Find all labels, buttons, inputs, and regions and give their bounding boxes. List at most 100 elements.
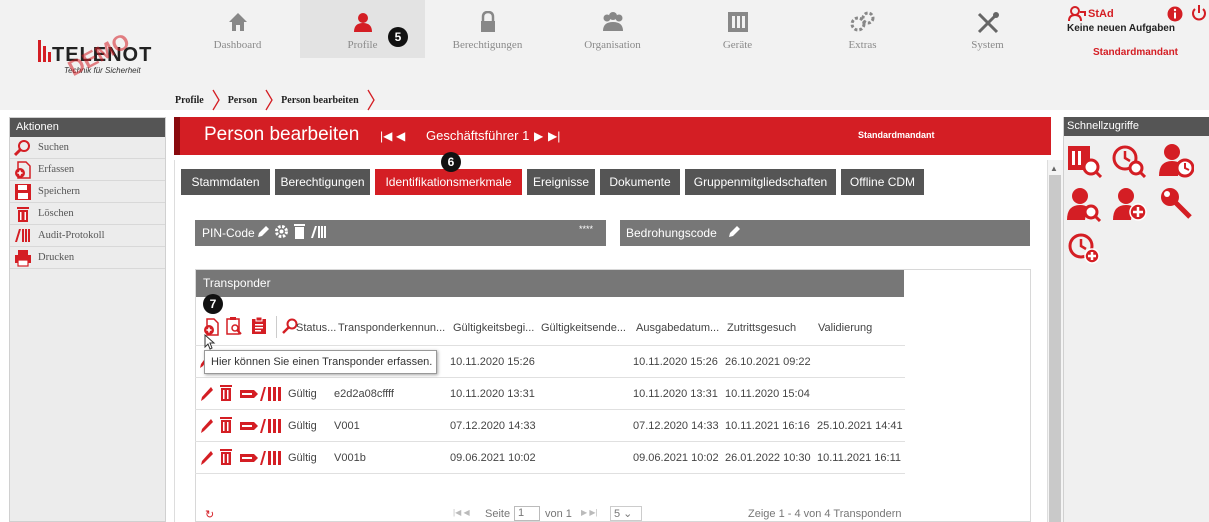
tab-berechtigungen[interactable]: Berechtigungen [275, 169, 370, 195]
power-icon[interactable] [1191, 4, 1207, 22]
table-cell: 09.06.2021 10:02 [633, 452, 719, 464]
threat-code-bar: Bedrohungscode [620, 220, 1030, 246]
action-print[interactable]: Drucken [10, 247, 165, 269]
tab-dokumente[interactable]: Dokumente [600, 169, 680, 195]
action-delete[interactable]: Löschen [10, 203, 165, 225]
action-save[interactable]: Speichern [10, 181, 165, 203]
person-search-icon[interactable] [1066, 186, 1102, 222]
page-size-select[interactable]: 5 ⌄ [610, 506, 642, 521]
table-cell: 26.01.2022 10:30 [725, 452, 811, 464]
trash-icon[interactable] [220, 417, 232, 433]
first-record-icon[interactable]: |◀ [380, 129, 392, 143]
column-header-id[interactable]: Transponderkennun... [338, 322, 445, 334]
gears-icon [850, 11, 876, 33]
trash-icon[interactable] [220, 449, 232, 465]
column-header-validation[interactable]: Validierung [818, 322, 872, 334]
nav-system[interactable]: System [925, 0, 1050, 58]
tab-stammdaten[interactable]: Stammdaten [181, 169, 270, 195]
page-label: Seite [485, 508, 511, 520]
threat-code-label: Bedrohungscode [626, 226, 717, 240]
pencil-icon[interactable] [200, 450, 214, 466]
nav-label: Dashboard [213, 39, 262, 51]
table-row[interactable]: Gültig e2d2a08cffff 10.11.2020 13:31 10.… [198, 384, 908, 406]
prev-record-icon[interactable]: ◀ [396, 129, 405, 143]
pencil-icon[interactable] [727, 225, 741, 239]
audit-log-icon[interactable] [240, 386, 282, 402]
pager-summary: Zeige 1 - 4 von 4 Transpondern [748, 508, 902, 520]
action-search[interactable]: Suchen [10, 137, 165, 159]
column-header-begin[interactable]: Gültigkeitsbegi... [453, 322, 534, 334]
audit-icon [14, 227, 32, 245]
first-page-icon[interactable]: |◀ ◀ [453, 508, 470, 517]
action-create[interactable]: Erfassen [10, 159, 165, 181]
nav-geraete[interactable]: Geräte [675, 0, 800, 58]
scroll-up-icon[interactable]: ▲ [1050, 164, 1058, 173]
info-icon[interactable] [1167, 6, 1183, 22]
next-record-icon[interactable]: ▶ [534, 129, 543, 143]
chevron-right-icon [265, 89, 273, 111]
table-cell: 10.11.2021 16:11 [817, 452, 902, 464]
row-divider [195, 409, 905, 410]
person-clock-icon[interactable] [1158, 142, 1194, 178]
tab-gruppenmitgliedschaften[interactable]: Gruppenmitgliedschaften [685, 169, 836, 195]
audit-log-icon[interactable] [240, 450, 282, 466]
action-label: Erfassen [38, 164, 75, 175]
alarm-search-icon[interactable] [1110, 142, 1146, 178]
record-name: Geschäftsführer 1 [426, 128, 530, 143]
table-cell: 10.11.2020 15:26 [450, 356, 535, 368]
table-row[interactable]: Gültig V001 07.12.2020 14:33 07.12.2020 … [198, 416, 908, 438]
scrollbar-thumb[interactable] [1049, 175, 1061, 522]
tab-identifikationsmerkmale[interactable]: Identifikationsmerkmale [375, 169, 522, 195]
audit-log-icon[interactable] [240, 418, 282, 434]
user-name[interactable]: StAd [1088, 8, 1114, 20]
breadcrumb-item[interactable]: Profile [175, 95, 204, 106]
key-search-icon[interactable] [1158, 186, 1194, 222]
quick-access-title: Schnellzugriffe [1064, 117, 1209, 136]
gear-icon[interactable] [274, 224, 289, 239]
lock-icon [477, 11, 499, 33]
printer-icon [14, 249, 32, 267]
header-client: Standardmandant [858, 130, 935, 140]
last-page-icon[interactable]: ▶ ▶| [581, 508, 598, 517]
nav-dashboard[interactable]: Dashboard [175, 0, 300, 58]
tab-ereignisse[interactable]: Ereignisse [527, 169, 595, 195]
user-icon [1068, 6, 1086, 22]
pencil-icon[interactable] [200, 386, 214, 402]
person-add-icon[interactable] [1112, 186, 1148, 222]
search-icon [14, 139, 32, 157]
tab-offline-cdm[interactable]: Offline CDM [841, 169, 924, 195]
mouse-cursor-icon [204, 334, 216, 350]
page-title: Person bearbeiten [204, 124, 360, 145]
table-row[interactable]: Gültig V001b 09.06.2021 10:02 09.06.2021… [198, 448, 908, 470]
breadcrumb-item[interactable]: Person [228, 95, 257, 106]
nav-organisation[interactable]: Organisation [550, 0, 675, 58]
pin-code-bar: PIN-Code **** [195, 220, 606, 246]
row-divider [195, 441, 905, 442]
nav-berechtigungen[interactable]: Berechtigungen [425, 0, 550, 58]
alarm-add-icon[interactable] [1066, 230, 1102, 266]
column-header-end[interactable]: Gültigkeitsende... [541, 322, 626, 334]
search-document-icon[interactable] [226, 317, 242, 335]
action-audit[interactable]: Audit-Protokoll [10, 225, 165, 247]
trash-icon[interactable] [220, 385, 232, 401]
table-cell: 10.11.2020 15:26 [633, 356, 718, 368]
device-search-icon[interactable] [1066, 142, 1102, 178]
column-header-status[interactable]: Status... [296, 322, 336, 334]
breadcrumb-item-current: Person bearbeiten [281, 94, 359, 106]
column-header-request[interactable]: Zutrittsgesuch [727, 322, 796, 334]
pencil-icon[interactable] [200, 418, 214, 434]
refresh-icon[interactable]: ↻ [205, 508, 214, 521]
chevron-right-icon [367, 89, 375, 111]
last-record-icon[interactable]: ▶| [548, 129, 560, 143]
column-header-issue[interactable]: Ausgabedatum... [636, 322, 719, 334]
table-cell: 10.11.2020 13:31 [633, 388, 718, 400]
person-icon [352, 11, 374, 33]
nav-profile[interactable]: Profile [300, 0, 425, 58]
trash-icon[interactable] [293, 224, 306, 239]
nav-extras[interactable]: Extras [800, 0, 925, 58]
audit-icon[interactable] [311, 225, 327, 239]
pencil-icon[interactable] [256, 225, 270, 239]
page-input[interactable]: 1 [514, 506, 540, 521]
nav-label: Berechtigungen [452, 39, 523, 51]
clipboard-icon[interactable] [251, 317, 267, 335]
